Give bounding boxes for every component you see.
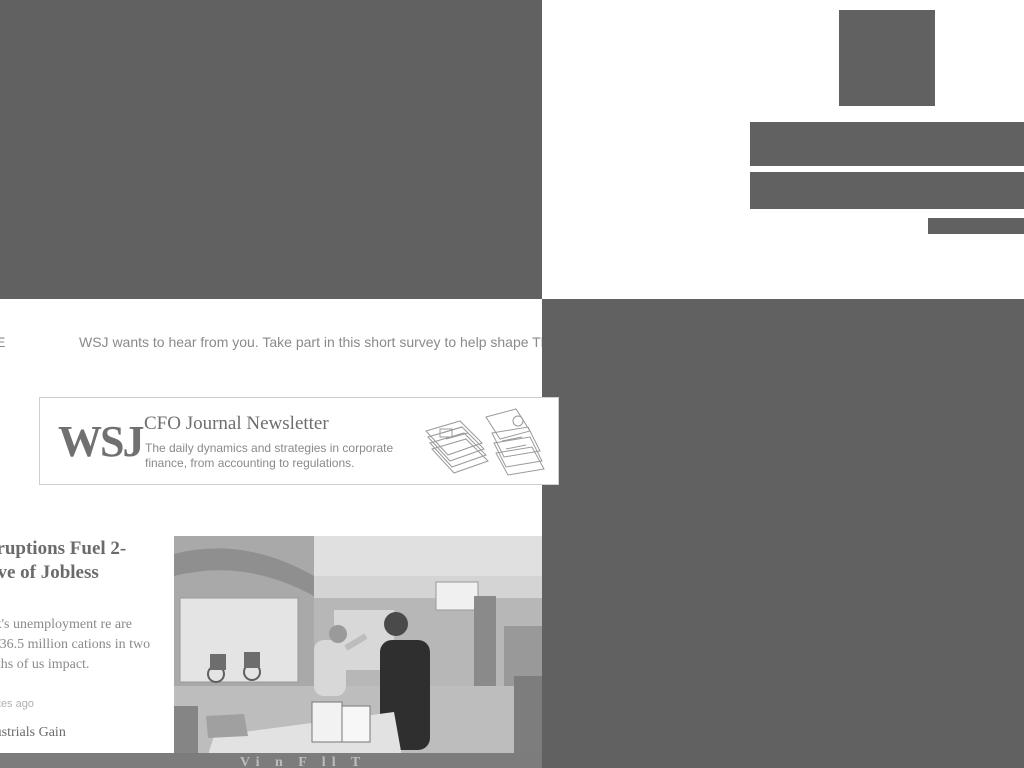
unemployment-office-image: [174, 536, 542, 768]
text-placeholder-line-2[interactable]: [750, 172, 1024, 209]
text-placeholder-line-1[interactable]: [750, 122, 1024, 166]
text-placeholder-line-3: [928, 218, 1024, 234]
article-section: Disruptions Fuel 2-Wave of Jobless week'…: [0, 500, 542, 768]
related-headline[interactable]: Industrials Gain: [0, 725, 66, 741]
thumbnail-placeholder[interactable]: [839, 10, 935, 106]
article-photo[interactable]: [174, 536, 542, 768]
footer-strip: Vi n F ll T: [0, 753, 542, 768]
newsletter-title[interactable]: CFO Journal Newsletter: [144, 413, 329, 435]
footer-text: Vi n F ll T: [240, 755, 367, 768]
newsletter-description: The daily dynamics and strategies in cor…: [145, 441, 394, 470]
survey-banner[interactable]: E WSJ wants to hear from you. Take part …: [0, 333, 542, 353]
newsletter-promo[interactable]: WSJ CFO Journal Newsletter The daily dyn…: [39, 397, 559, 485]
article-headline[interactable]: Disruptions Fuel 2-Wave of Jobless: [0, 537, 160, 585]
survey-message[interactable]: WSJ wants to hear from you. Take part in…: [79, 334, 542, 350]
wsj-logo: WSJ: [58, 417, 144, 466]
article-timestamp: minutes ago: [0, 698, 34, 710]
survey-fragment: E: [0, 334, 6, 350]
image-placeholder-top: [0, 0, 542, 299]
article-summary: week's unemployment re are now 36.5 mill…: [0, 617, 151, 672]
ad-placeholder-bottom-right: [542, 299, 1024, 768]
documents-illustration: [425, 408, 545, 476]
